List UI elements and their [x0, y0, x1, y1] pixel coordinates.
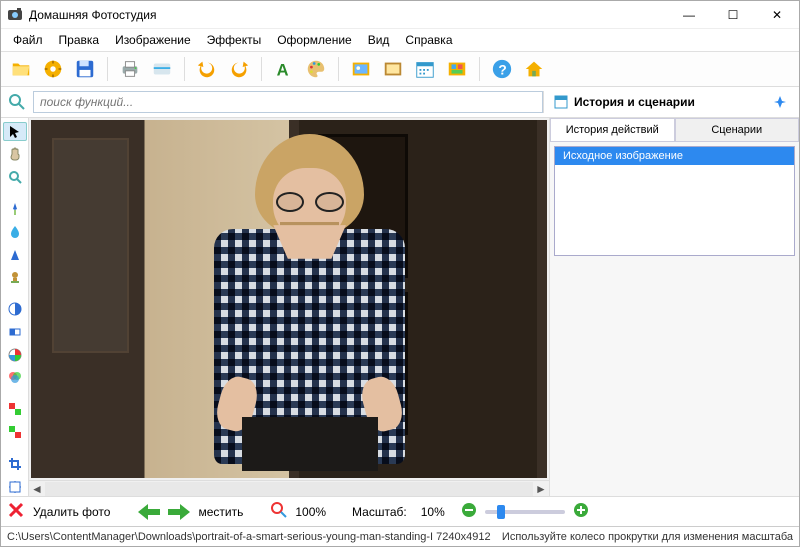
app-icon: [7, 7, 23, 23]
main-toolbar: A ?: [1, 51, 799, 87]
redo-button[interactable]: [225, 55, 253, 83]
drop-tool[interactable]: [3, 222, 27, 241]
menu-image[interactable]: Изображение: [107, 31, 199, 49]
pointer-tool[interactable]: [3, 122, 27, 141]
function-search-row: История и сценарии: [1, 87, 799, 118]
history-panel: История действий Сценарии Исходное изобр…: [549, 118, 799, 496]
search-icon: [7, 92, 27, 112]
recent-button[interactable]: [39, 55, 67, 83]
close-button[interactable]: ✕: [755, 1, 799, 29]
cone-tool[interactable]: [3, 245, 27, 264]
undo-button[interactable]: [193, 55, 221, 83]
image-canvas[interactable]: [31, 120, 547, 478]
move-label: местить: [198, 505, 243, 519]
home-button[interactable]: [520, 55, 548, 83]
collage-button[interactable]: [443, 55, 471, 83]
help-button[interactable]: ?: [488, 55, 516, 83]
brush-tool[interactable]: [3, 200, 27, 219]
swatch2-tool[interactable]: [3, 423, 27, 442]
open-folder-button[interactable]: [7, 55, 35, 83]
canvas-area: ◄ ►: [29, 118, 549, 496]
swatch1-tool[interactable]: [3, 400, 27, 419]
tab-history-actions[interactable]: История действий: [550, 118, 675, 141]
scroll-left-arrow[interactable]: ◄: [29, 482, 45, 496]
hand-tool[interactable]: [3, 145, 27, 164]
zoom-in-button[interactable]: [573, 502, 589, 521]
history-tabs: История действий Сценарии: [550, 118, 799, 142]
color-tool[interactable]: [3, 345, 27, 364]
left-tool-strip: [1, 118, 29, 496]
zoom-tool[interactable]: [3, 168, 27, 187]
app-window: Домашняя Фотостудия — ☐ ✕ Файл Правка Из…: [0, 0, 800, 547]
prev-photo-button[interactable]: [138, 504, 160, 520]
app-title: Домашняя Фотостудия: [29, 8, 667, 22]
levels-tool[interactable]: [3, 323, 27, 342]
resize-tool[interactable]: [3, 477, 27, 496]
status-hint: Используйте колесо прокрутки для изменен…: [502, 531, 793, 543]
scale-label: Масштаб:: [352, 505, 407, 519]
menu-design[interactable]: Оформление: [269, 31, 359, 49]
scale-value: 10%: [421, 505, 445, 519]
tab-scenarios[interactable]: Сценарии: [675, 118, 800, 141]
zoom-reset-icon[interactable]: [271, 502, 287, 521]
stamp-tool[interactable]: [3, 268, 27, 287]
print-button[interactable]: [116, 55, 144, 83]
menu-help[interactable]: Справка: [397, 31, 460, 49]
pin-icon[interactable]: [773, 95, 787, 109]
frame1-button[interactable]: [347, 55, 375, 83]
horizontal-scrollbar[interactable]: ◄ ►: [29, 480, 549, 496]
history-panel-title: История и сценарии: [574, 95, 695, 109]
menu-effects[interactable]: Эффекты: [199, 31, 270, 49]
titlebar: Домашняя Фотостудия — ☐ ✕: [1, 1, 799, 29]
zoom-reset-label[interactable]: 100%: [295, 505, 326, 519]
minimize-button[interactable]: —: [667, 1, 711, 29]
window-controls: — ☐ ✕: [667, 1, 799, 29]
svg-text:?: ?: [498, 63, 506, 78]
scan-button[interactable]: [148, 55, 176, 83]
contrast-tool[interactable]: [3, 300, 27, 319]
svg-text:A: A: [277, 61, 289, 79]
delete-icon[interactable]: [7, 501, 25, 522]
rgb-tool[interactable]: [3, 368, 27, 387]
bottom-bar: Удалить фото местить 100% Масштаб: 10%: [1, 496, 799, 526]
statusbar: C:\Users\ContentManager\Downloads\portra…: [1, 526, 799, 546]
palette-button[interactable]: [302, 55, 330, 83]
zoom-slider[interactable]: [485, 510, 565, 514]
history-item-original[interactable]: Исходное изображение: [555, 147, 794, 165]
delete-photo-button[interactable]: Удалить фото: [33, 505, 110, 519]
text-button[interactable]: A: [270, 55, 298, 83]
status-path: C:\Users\ContentManager\Downloads\portra…: [7, 531, 491, 543]
search-input[interactable]: [33, 91, 543, 113]
next-photo-button[interactable]: [168, 504, 190, 520]
menu-view[interactable]: Вид: [360, 31, 398, 49]
calendar-button[interactable]: [411, 55, 439, 83]
history-panel-icon: [554, 95, 568, 109]
crop-tool[interactable]: [3, 454, 27, 473]
menubar: Файл Правка Изображение Эффекты Оформлен…: [1, 29, 799, 51]
menu-edit[interactable]: Правка: [51, 31, 108, 49]
maximize-button[interactable]: ☐: [711, 1, 755, 29]
menu-file[interactable]: Файл: [5, 31, 51, 49]
zoom-out-button[interactable]: [461, 502, 477, 521]
main-body: ◄ ► История действий Сценарии Исходное и…: [1, 118, 799, 496]
save-button[interactable]: [71, 55, 99, 83]
canvas-viewport[interactable]: [29, 118, 549, 480]
history-list[interactable]: Исходное изображение: [554, 146, 795, 256]
scroll-right-arrow[interactable]: ►: [533, 482, 549, 496]
frame2-button[interactable]: [379, 55, 407, 83]
